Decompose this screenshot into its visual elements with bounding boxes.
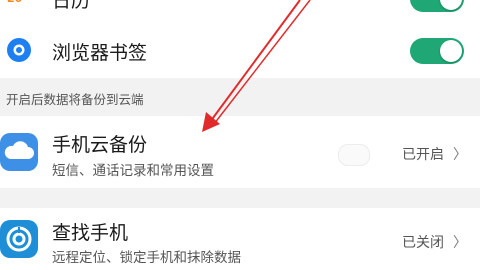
- calendar-toggle[interactable]: [410, 0, 464, 12]
- browser-icon: [6, 37, 32, 63]
- find-phone-title: 查找手机: [52, 222, 129, 244]
- cloud-backup-row[interactable]: 手机云备份 短信、通话记录和常用设置 已开启 〉: [0, 116, 480, 188]
- calendar-icon: 20: [5, 0, 31, 12]
- cloud-backup-subtitle: 短信、通话记录和常用设置: [52, 163, 214, 179]
- calendar-label: 日历: [52, 0, 91, 12]
- cloud-backup-title: 手机云备份: [52, 134, 148, 156]
- browser-bookmarks-label: 浏览器书签: [52, 42, 148, 64]
- backup-hint-text: 开启后数据将备份到云端: [6, 92, 144, 107]
- cloud-backup-ghost-toggle: [338, 144, 370, 166]
- browser-bookmarks-toggle[interactable]: [410, 38, 464, 64]
- cloud-icon: [0, 133, 38, 171]
- find-phone-icon: [0, 220, 38, 258]
- find-phone-status: 已关闭: [402, 235, 444, 251]
- find-phone-subtitle: 远程定位、锁定手机和抹除数据: [52, 250, 241, 266]
- section-separator: [0, 188, 480, 208]
- find-phone-row[interactable]: 查找手机 远程定位、锁定手机和抹除数据 已关闭 〉: [0, 208, 480, 270]
- cloud-backup-status: 已开启: [402, 147, 444, 163]
- calendar-row[interactable]: 20 日历: [0, 0, 480, 14]
- chevron-right-icon: 〉: [453, 147, 467, 163]
- chevron-right-icon: 〉: [453, 235, 467, 251]
- browser-bookmarks-row[interactable]: 浏览器书签: [0, 30, 480, 70]
